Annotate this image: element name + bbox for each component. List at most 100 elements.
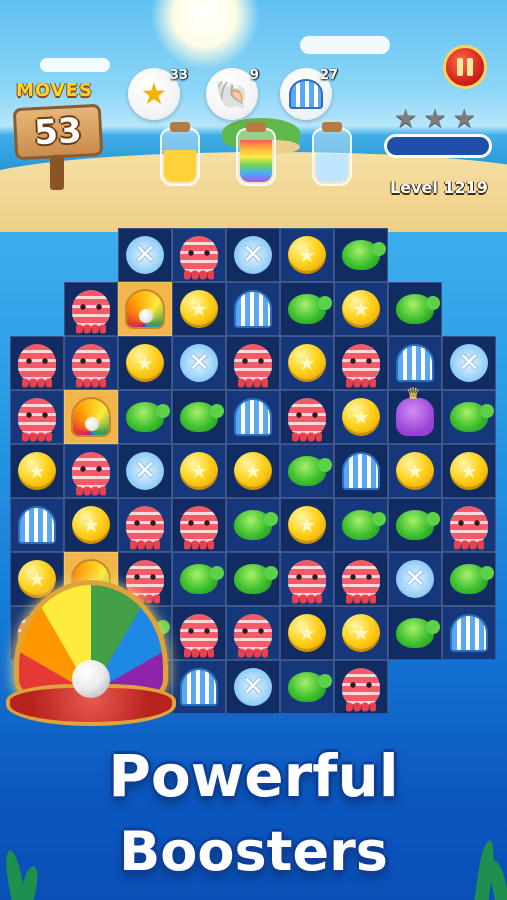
board-tile[interactable]: ✕ (226, 228, 280, 282)
starfish-shell-icon: ★ (288, 506, 326, 544)
starfish-shell-icon: ★ (342, 290, 380, 328)
board-tile[interactable] (226, 336, 280, 390)
board-tile[interactable] (226, 390, 280, 444)
board-tile[interactable] (334, 660, 388, 714)
striped-shell-icon (234, 290, 272, 328)
turtle-icon (396, 294, 440, 324)
octopus-icon (342, 668, 380, 712)
board-tile[interactable]: ✕ (442, 336, 496, 390)
board-tile[interactable] (226, 606, 280, 660)
board-tile[interactable] (172, 390, 226, 444)
board-tile[interactable] (334, 336, 388, 390)
board-tile[interactable] (10, 336, 64, 390)
board-tile[interactable]: ✕ (388, 552, 442, 606)
turtle-icon (288, 456, 332, 486)
board-tile[interactable] (118, 390, 172, 444)
board-tile[interactable]: ✕ (226, 660, 280, 714)
board-tile[interactable] (334, 498, 388, 552)
board-tile[interactable] (64, 390, 118, 444)
board-tile[interactable] (388, 384, 442, 444)
turtle-icon (234, 564, 278, 594)
starfish-shell-icon: ★ (180, 290, 218, 328)
striped-shell-icon (450, 614, 488, 652)
board-tile[interactable] (226, 498, 280, 552)
board-tile[interactable] (334, 444, 388, 498)
board-tile[interactable] (442, 390, 496, 444)
board-tile[interactable]: ✕ (118, 444, 172, 498)
starfish-shell-icon: ★ (288, 236, 326, 274)
board-tile[interactable]: ★ (442, 444, 496, 498)
turtle-icon (396, 510, 440, 540)
board-tile[interactable]: ✕ (172, 336, 226, 390)
board-tile[interactable]: ★ (280, 606, 334, 660)
cross-shell-icon: ✕ (450, 344, 488, 382)
board-tile[interactable] (118, 282, 172, 336)
board-tile[interactable]: ★ (226, 444, 280, 498)
octopus-icon (72, 290, 110, 334)
board-tile[interactable]: ★ (388, 444, 442, 498)
board-tile[interactable] (280, 444, 334, 498)
board-tile[interactable]: ★ (10, 444, 64, 498)
striped-shell-icon (18, 506, 56, 544)
board-tile[interactable] (388, 606, 442, 660)
cross-shell-icon: ✕ (180, 344, 218, 382)
board-tile[interactable] (442, 606, 496, 660)
starfish-shell-icon: ★ (126, 344, 164, 382)
board-tile[interactable] (334, 228, 388, 282)
octopus-icon (342, 560, 380, 604)
turtle-icon (450, 402, 494, 432)
octopus-icon (450, 506, 488, 550)
board-tile[interactable] (280, 390, 334, 444)
board-tile[interactable] (334, 552, 388, 606)
octopus-icon (288, 398, 326, 442)
starfish-shell-icon: ★ (396, 452, 434, 490)
board-tile[interactable] (280, 660, 334, 714)
turtle-icon (342, 240, 386, 270)
board-tile[interactable]: ✕ (118, 228, 172, 282)
board-tile[interactable] (226, 282, 280, 336)
board-tile[interactable]: ★ (280, 228, 334, 282)
board-tile[interactable] (280, 282, 334, 336)
board-tile[interactable] (226, 552, 280, 606)
striped-shell-icon (180, 668, 218, 706)
board-tile[interactable]: ★ (118, 336, 172, 390)
octopus-icon (234, 614, 272, 658)
board-tile[interactable]: ★ (280, 336, 334, 390)
rainbow-pearl-shell-icon (125, 289, 165, 329)
board-tile[interactable] (64, 444, 118, 498)
board-tile[interactable]: ★ (280, 498, 334, 552)
board-tile[interactable] (172, 660, 226, 714)
board-tile[interactable]: ★ (334, 606, 388, 660)
board-tile[interactable] (10, 390, 64, 444)
promo-title-line1: Powerful (108, 742, 399, 810)
board-tile[interactable] (10, 498, 64, 552)
turtle-icon (396, 618, 440, 648)
board-tile[interactable] (388, 282, 442, 336)
board-tile[interactable] (172, 228, 226, 282)
turtle-icon (126, 402, 170, 432)
striped-shell-icon (342, 452, 380, 490)
squid-icon (396, 384, 434, 436)
board-tile[interactable]: ★ (64, 498, 118, 552)
board-tile[interactable] (172, 606, 226, 660)
board-tile[interactable] (64, 336, 118, 390)
board-tile[interactable] (118, 498, 172, 552)
board-tile[interactable] (280, 552, 334, 606)
octopus-icon (18, 344, 56, 388)
board-tile[interactable] (442, 498, 496, 552)
board-tile[interactable] (388, 498, 442, 552)
octopus-icon (180, 236, 218, 280)
board-tile[interactable] (64, 282, 118, 336)
board-tile[interactable]: ★ (172, 444, 226, 498)
board-tile[interactable] (172, 552, 226, 606)
cross-shell-icon: ✕ (396, 560, 434, 598)
turtle-icon (288, 672, 332, 702)
board-tile[interactable]: ★ (172, 282, 226, 336)
octopus-icon (72, 452, 110, 496)
starfish-shell-icon: ★ (450, 452, 488, 490)
board-tile[interactable] (172, 498, 226, 552)
board-tile[interactable]: ★ (334, 390, 388, 444)
board-tile[interactable]: ★ (334, 282, 388, 336)
board-tile[interactable] (442, 552, 496, 606)
board-tile[interactable] (388, 336, 442, 390)
